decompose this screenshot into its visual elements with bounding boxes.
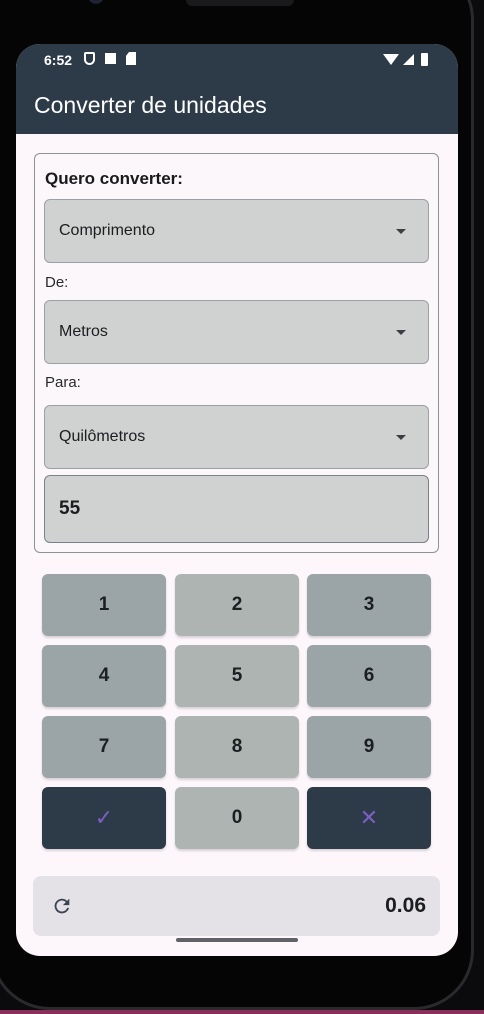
phone-screen: 6:52 Converter de unidades Quero convert… — [16, 44, 458, 956]
chevron-down-icon — [396, 229, 406, 234]
status-time: 6:52 — [44, 52, 73, 68]
close-icon: ✕ — [359, 805, 379, 830]
key-5[interactable]: 5 — [175, 645, 299, 707]
key-2[interactable]: 2 — [175, 574, 299, 636]
page-title: Converter de unidades — [34, 92, 267, 118]
key-7[interactable]: 7 — [42, 716, 166, 778]
key-8[interactable]: 8 — [175, 716, 299, 778]
to-unit-value: Quilômetros — [59, 428, 146, 445]
app-bar: Converter de unidades — [16, 78, 458, 134]
category-value: Comprimento — [59, 222, 156, 239]
result-bar: 0.06 — [33, 876, 440, 936]
clear-button[interactable]: ✕ — [307, 787, 431, 849]
key-0[interactable]: 0 — [175, 787, 299, 849]
from-unit-value: Metros — [59, 323, 108, 340]
status-right-icons — [383, 53, 428, 66]
value-input[interactable]: 55 — [44, 475, 429, 543]
signal-icon — [403, 54, 414, 65]
a-icon — [105, 53, 116, 64]
status-bar: 6:52 — [16, 44, 458, 78]
sd-card-icon — [126, 52, 136, 65]
from-label: De: — [45, 274, 69, 291]
chevron-down-icon — [396, 330, 406, 335]
category-dropdown[interactable]: Comprimento — [44, 199, 429, 263]
bottom-edge — [0, 1010, 484, 1014]
to-label: Para: — [45, 374, 81, 391]
gesture-nav-handle[interactable] — [176, 938, 298, 942]
key-9[interactable]: 9 — [307, 716, 431, 778]
status-left-icons — [84, 52, 136, 65]
key-1[interactable]: 1 — [42, 574, 166, 636]
key-6[interactable]: 6 — [307, 645, 431, 707]
to-unit-dropdown[interactable]: Quilômetros — [44, 405, 429, 469]
card-heading: Quero converter: — [45, 169, 183, 188]
device-frame: 6:52 Converter de unidades Quero convert… — [0, 0, 484, 1014]
shield-icon — [84, 52, 95, 65]
from-unit-dropdown[interactable]: Metros — [44, 300, 429, 364]
refresh-icon[interactable] — [51, 895, 73, 917]
speaker-slot — [186, 0, 294, 6]
result-value: 0.06 — [385, 894, 426, 917]
chevron-down-icon — [396, 435, 406, 440]
battery-icon — [421, 53, 428, 66]
key-4[interactable]: 4 — [42, 645, 166, 707]
wifi-icon — [383, 54, 399, 65]
conversion-card: Quero converter: Comprimento De: Metros … — [34, 153, 439, 553]
key-3[interactable]: 3 — [307, 574, 431, 636]
check-icon: ✓ — [94, 805, 114, 830]
confirm-button[interactable]: ✓ — [42, 787, 166, 849]
